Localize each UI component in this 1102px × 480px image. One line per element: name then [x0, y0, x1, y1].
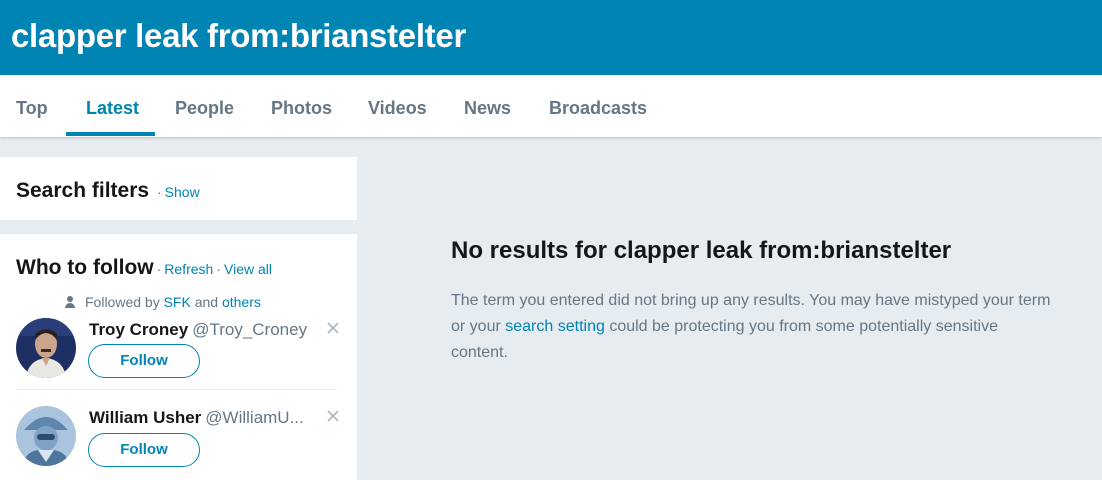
tab-top[interactable]: Top	[16, 75, 48, 137]
followed-by-and: and	[194, 294, 219, 310]
followed-by-user-link[interactable]: SFK	[164, 294, 191, 310]
no-results-title: No results for clapper leak from:brianst…	[451, 237, 952, 264]
close-icon[interactable]	[326, 321, 340, 335]
followed-by-context: Followed by SFK and others	[64, 294, 261, 310]
follow-button[interactable]: Follow	[88, 433, 200, 467]
who-to-follow-title: Who to follow	[16, 256, 154, 279]
person-icon	[64, 296, 76, 308]
tab-photos[interactable]: Photos	[271, 75, 332, 137]
separator-dot: ·	[156, 261, 162, 277]
tab-broadcasts[interactable]: Broadcasts	[549, 75, 647, 137]
search-header: clapper leak from:brianstelter	[0, 0, 1102, 75]
suggested-user: William Usher @WilliamU... Follow	[16, 406, 341, 480]
followed-by-others-link[interactable]: others	[222, 294, 261, 310]
suggested-user: Troy Croney @Troy_Croney Follow	[16, 318, 341, 406]
search-filters-card: Search filters · Show	[0, 157, 357, 220]
user-display-name[interactable]: William Usher	[89, 408, 201, 427]
user-display-name[interactable]: Troy Croney	[89, 320, 188, 339]
separator-dot: ·	[216, 261, 221, 277]
search-nav: Top Latest People Photos Videos News Bro…	[0, 75, 1102, 137]
user-name-line[interactable]: Troy Croney @Troy_Croney	[89, 320, 307, 340]
user-handle[interactable]: @Troy_Croney	[192, 320, 307, 339]
avatar[interactable]	[16, 318, 76, 378]
no-results-message: The term you entered did not bring up an…	[451, 288, 1051, 366]
who-to-follow-header: Who to follow · Refresh · View all	[16, 256, 272, 280]
avatar[interactable]	[16, 406, 76, 466]
user-name-line[interactable]: William Usher @WilliamU...	[89, 408, 304, 428]
search-filters-show-link[interactable]: Show	[165, 184, 200, 200]
active-tab-indicator	[66, 132, 155, 136]
refresh-link[interactable]: Refresh	[164, 261, 213, 277]
tab-latest[interactable]: Latest	[86, 75, 139, 137]
separator-dot: ·	[157, 184, 162, 200]
tab-news[interactable]: News	[464, 75, 511, 137]
user-handle[interactable]: @WilliamU...	[205, 408, 303, 427]
followed-by-prefix: Followed by	[85, 294, 160, 310]
close-icon[interactable]	[326, 409, 340, 423]
view-all-link[interactable]: View all	[224, 261, 272, 277]
search-filters-show-wrap: · Show	[154, 184, 200, 202]
search-filters-title: Search filters	[16, 179, 150, 202]
divider	[16, 389, 337, 390]
who-to-follow-card: Who to follow · Refresh · View all Followed …	[0, 234, 357, 480]
tab-videos[interactable]: Videos	[368, 75, 427, 137]
search-query-title: clapper leak from:brianstelter	[11, 17, 466, 54]
follow-button[interactable]: Follow	[88, 344, 200, 378]
search-setting-link[interactable]: search setting	[505, 318, 605, 335]
tab-people[interactable]: People	[175, 75, 234, 137]
